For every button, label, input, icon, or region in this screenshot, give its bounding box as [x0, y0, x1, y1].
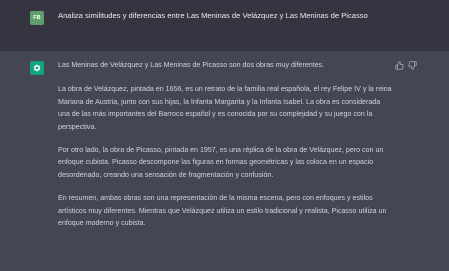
user-message-text: Analiza similitudes y diferencias entre …	[58, 11, 368, 20]
thumbs-down-icon[interactable]	[407, 60, 417, 70]
user-message: FB Analiza similitudes y diferencias ent…	[0, 0, 449, 51]
chat-conversation: FB Analiza similitudes y diferencias ent…	[0, 0, 449, 271]
user-avatar: FB	[30, 11, 44, 25]
assistant-paragraph: Por otro lado, la obra de Picasso, pinta…	[58, 145, 384, 180]
thumbs-up-icon[interactable]	[394, 60, 404, 70]
assistant-paragraph: Las Meninas de Velázquez y Las Meninas d…	[58, 61, 325, 69]
assistant-paragraph: La obra de Velázquez, pintada en 1656, e…	[58, 85, 392, 131]
assistant-message: Las Meninas de Velázquez y Las Meninas d…	[58, 59, 393, 240]
assistant-paragraph: En resumen, ambas obras son una represen…	[58, 194, 387, 228]
openai-logo-icon	[30, 61, 44, 75]
